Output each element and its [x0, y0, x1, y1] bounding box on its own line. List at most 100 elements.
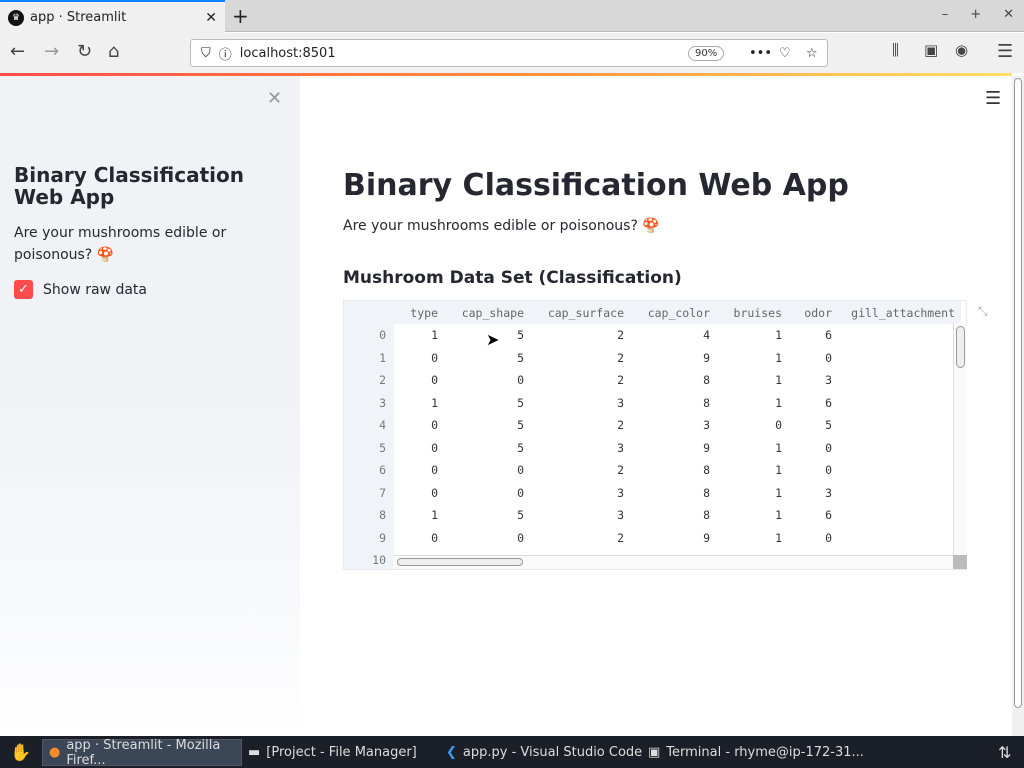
table-cell[interactable]: 1 [716, 504, 788, 527]
table-cell[interactable]: 0 [788, 437, 838, 460]
table-cell[interactable]: 0 [788, 527, 838, 550]
table-cell[interactable]: 8 [630, 459, 716, 482]
table-cell[interactable]: 3 [788, 369, 838, 392]
taskbar-item-firefox[interactable]: ● app · Streamlit - Mozilla Firef... [42, 738, 242, 768]
reload-icon[interactable]: ↻ [77, 41, 92, 62]
more-icon[interactable]: ••• [749, 46, 772, 61]
row-index[interactable]: 3 [344, 391, 394, 414]
row-index[interactable]: 5 [344, 436, 394, 459]
sidebar-toggle-icon[interactable]: ▣ [924, 41, 938, 59]
table-cell[interactable] [838, 324, 961, 347]
table-cell[interactable]: 1 [716, 369, 788, 392]
row-index[interactable]: 0 [344, 324, 394, 347]
table-cell[interactable]: 5 [444, 347, 530, 370]
bookmark-star-icon[interactable]: ☆ [806, 46, 818, 61]
close-sidebar-icon[interactable]: ✕ [267, 88, 282, 109]
table-cell[interactable]: 3 [530, 392, 630, 415]
table-cell[interactable]: 8 [630, 392, 716, 415]
table-cell[interactable]: 0 [394, 459, 444, 482]
back-icon[interactable]: ← [10, 41, 25, 62]
table-cell[interactable]: 2 [530, 527, 630, 550]
row-index[interactable]: 9 [344, 526, 394, 549]
table-cell[interactable]: 0 [394, 482, 444, 505]
table-cell[interactable]: 9 [630, 347, 716, 370]
row-index[interactable]: 2 [344, 369, 394, 392]
zoom-badge[interactable]: 90% [688, 46, 725, 61]
table-cell[interactable]: 1 [716, 527, 788, 550]
menu-icon[interactable]: ☰ [997, 41, 1013, 62]
table-cell[interactable]: 8 [630, 369, 716, 392]
close-tab-icon[interactable]: ✕ [205, 10, 217, 26]
table-cell[interactable] [838, 392, 961, 415]
table-cell[interactable]: 0 [444, 482, 530, 505]
fullscreen-expand-icon[interactable]: ⤡ [978, 304, 988, 319]
row-index[interactable]: 8 [344, 504, 394, 527]
row-index[interactable]: 7 [344, 481, 394, 504]
table-cell[interactable]: 1 [394, 392, 444, 415]
table-cell[interactable]: 6 [788, 392, 838, 415]
table-cell[interactable]: 1 [716, 459, 788, 482]
pocket-icon[interactable]: ♡ [779, 46, 791, 61]
browser-tab[interactable]: ♛ app · Streamlit ✕ [0, 0, 225, 33]
table-vertical-scrollbar[interactable] [953, 323, 967, 555]
column-header-cap_shape[interactable]: cap_shape [444, 301, 530, 324]
table-cell[interactable]: 2 [530, 414, 630, 437]
column-header-bruises[interactable]: bruises [716, 301, 788, 324]
info-icon[interactable]: ⓘ [219, 44, 232, 63]
table-cell[interactable]: 0 [788, 347, 838, 370]
table-cell[interactable]: 5 [444, 437, 530, 460]
table-cell[interactable]: 0 [788, 459, 838, 482]
table-cell[interactable]: 8 [630, 504, 716, 527]
table-cell[interactable]: 2 [530, 459, 630, 482]
row-index[interactable]: 1 [344, 346, 394, 369]
column-header-odor[interactable]: odor [788, 301, 838, 324]
row-index[interactable]: 4 [344, 414, 394, 437]
table-cell[interactable] [838, 437, 961, 460]
column-header-type[interactable]: type [394, 301, 444, 324]
table-cell[interactable]: 4 [630, 324, 716, 347]
taskbar-item-vscode[interactable]: ❮ app.py - Visual Studio Code [440, 739, 648, 766]
table-cell[interactable] [838, 482, 961, 505]
table-cell[interactable]: 0 [444, 459, 530, 482]
table-cell[interactable]: 0 [444, 527, 530, 550]
row-index[interactable]: 10 [344, 549, 394, 569]
table-cell[interactable]: 1 [716, 437, 788, 460]
page-scroll-thumb[interactable] [1014, 78, 1022, 708]
maximize-icon[interactable]: + [970, 7, 981, 22]
start-menu-icon[interactable]: ✋ [4, 739, 37, 766]
checkmark-icon[interactable]: ✓ [14, 280, 33, 299]
network-icon[interactable]: ⇅ [992, 739, 1017, 766]
home-icon[interactable]: ⌂ [108, 41, 119, 62]
table-cell[interactable]: 1 [716, 482, 788, 505]
table-cell[interactable]: 1 [394, 504, 444, 527]
table-cell[interactable]: 0 [394, 527, 444, 550]
table-cell[interactable]: 9 [630, 437, 716, 460]
account-icon[interactable]: ◉ [955, 41, 968, 59]
table-cell[interactable] [838, 347, 961, 370]
table-cell[interactable] [838, 504, 961, 527]
new-tab-button[interactable]: + [232, 4, 249, 28]
table-cell[interactable]: 6 [788, 504, 838, 527]
data-table[interactable]: type cap_shape cap_surface cap_color bruises… [343, 300, 967, 570]
table-cell[interactable]: 5 [788, 414, 838, 437]
table-cell[interactable]: 0 [394, 347, 444, 370]
table-cell[interactable]: 2 [530, 369, 630, 392]
table-cell[interactable]: 8 [630, 482, 716, 505]
table-cell[interactable]: 3 [530, 482, 630, 505]
url-text[interactable]: localhost:8501 [240, 46, 336, 61]
table-horizontal-scrollbar[interactable] [393, 555, 953, 569]
table-cell[interactable]: 1 [394, 324, 444, 347]
table-cell[interactable] [838, 369, 961, 392]
table-cell[interactable]: 2 [530, 324, 630, 347]
table-cell[interactable]: 3 [530, 504, 630, 527]
table-cell[interactable]: 0 [716, 414, 788, 437]
url-bar[interactable]: ⛉ ⓘ localhost:8501 90% ••• ♡ ☆ [190, 39, 828, 67]
table-cell[interactable]: 3 [530, 437, 630, 460]
table-cell[interactable]: 5 [444, 504, 530, 527]
table-cell[interactable]: 0 [394, 369, 444, 392]
table-cell[interactable]: 0 [394, 414, 444, 437]
table-cell[interactable]: 5 [444, 414, 530, 437]
table-cell[interactable]: 2 [530, 347, 630, 370]
table-cell[interactable]: 1 [716, 347, 788, 370]
scroll-thumb[interactable] [956, 326, 965, 368]
